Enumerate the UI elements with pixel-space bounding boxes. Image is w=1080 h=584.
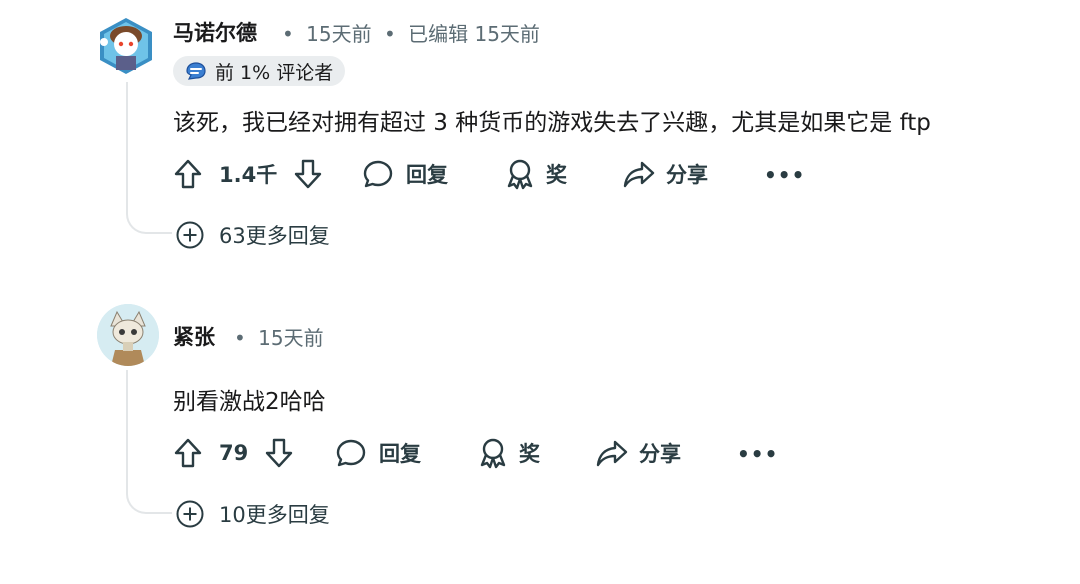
share-label: 分享 [666, 163, 708, 187]
expand-plus-icon [176, 500, 204, 528]
vote-count: 1.4千 [219, 163, 278, 187]
thread-line[interactable] [126, 370, 172, 514]
flair-text: 前 1% 评论者 [215, 61, 334, 84]
downvote-arrow-icon[interactable] [293, 158, 323, 190]
reply-label: 回复 [379, 442, 421, 466]
user-flair: 前 1% 评论者 [173, 56, 346, 86]
comment-bubble-icon [336, 439, 366, 467]
share-label: 分享 [639, 442, 681, 466]
award-button[interactable]: 奖 [477, 437, 540, 469]
edited-label: 已编辑 15天前 [408, 22, 540, 46]
upvote-arrow-icon[interactable] [173, 437, 203, 469]
award-icon [507, 159, 533, 190]
meta-separator: • [282, 22, 294, 46]
avatar-image [97, 304, 159, 366]
more-options-button[interactable]: ••• [764, 163, 805, 187]
avatar-image [100, 18, 152, 74]
timestamp[interactable]: 15天前 [306, 22, 371, 46]
comment-body: 该死，我已经对拥有超过 3 种货币的游戏失去了兴趣，尤其是如果它是 ftp [173, 110, 931, 136]
meta-separator: • [234, 326, 246, 350]
share-arrow-icon [596, 440, 628, 467]
award-button[interactable]: 奖 [504, 158, 567, 190]
meta-separator: • [383, 22, 396, 46]
author-name[interactable]: 马诺尔德 [173, 17, 257, 47]
share-button[interactable]: 分享 [595, 437, 681, 469]
vote-count: 79 [219, 441, 249, 465]
thread-line[interactable] [126, 82, 172, 234]
timestamp[interactable]: 15天前 [258, 326, 323, 350]
share-arrow-icon [623, 161, 655, 188]
comment-body: 别看激战2哈哈 [173, 389, 326, 415]
downvote-arrow-icon[interactable] [264, 437, 294, 469]
more-replies-link[interactable]: 63更多回复 [175, 220, 330, 250]
award-label: 奖 [546, 163, 567, 187]
comment-meta: • 15天前 • 已编辑 15天前 [282, 18, 540, 47]
more-options-button[interactable]: ••• [737, 442, 778, 466]
comment-bubble-icon [363, 160, 393, 188]
reply-button[interactable]: 回复 [335, 437, 421, 469]
top-commenter-icon [186, 62, 206, 80]
award-label: 奖 [519, 442, 540, 466]
upvote-group: 1.4千 [173, 158, 323, 190]
expand-plus-icon [176, 221, 204, 249]
more-replies-link[interactable]: 10更多回复 [175, 499, 330, 529]
upvote-arrow-icon[interactable] [173, 158, 203, 190]
share-button[interactable]: 分享 [622, 158, 708, 190]
upvote-group: 79 [173, 437, 294, 469]
award-icon [480, 438, 506, 469]
more-replies-label: 10更多回复 [219, 503, 330, 527]
avatar[interactable] [96, 14, 156, 78]
more-replies-label: 63更多回复 [219, 224, 330, 248]
avatar[interactable] [97, 304, 159, 366]
author-name[interactable]: 紧张 [173, 321, 215, 351]
reply-label: 回复 [406, 163, 448, 187]
comment-meta: • 15天前 [234, 322, 324, 351]
reply-button[interactable]: 回复 [362, 158, 448, 190]
